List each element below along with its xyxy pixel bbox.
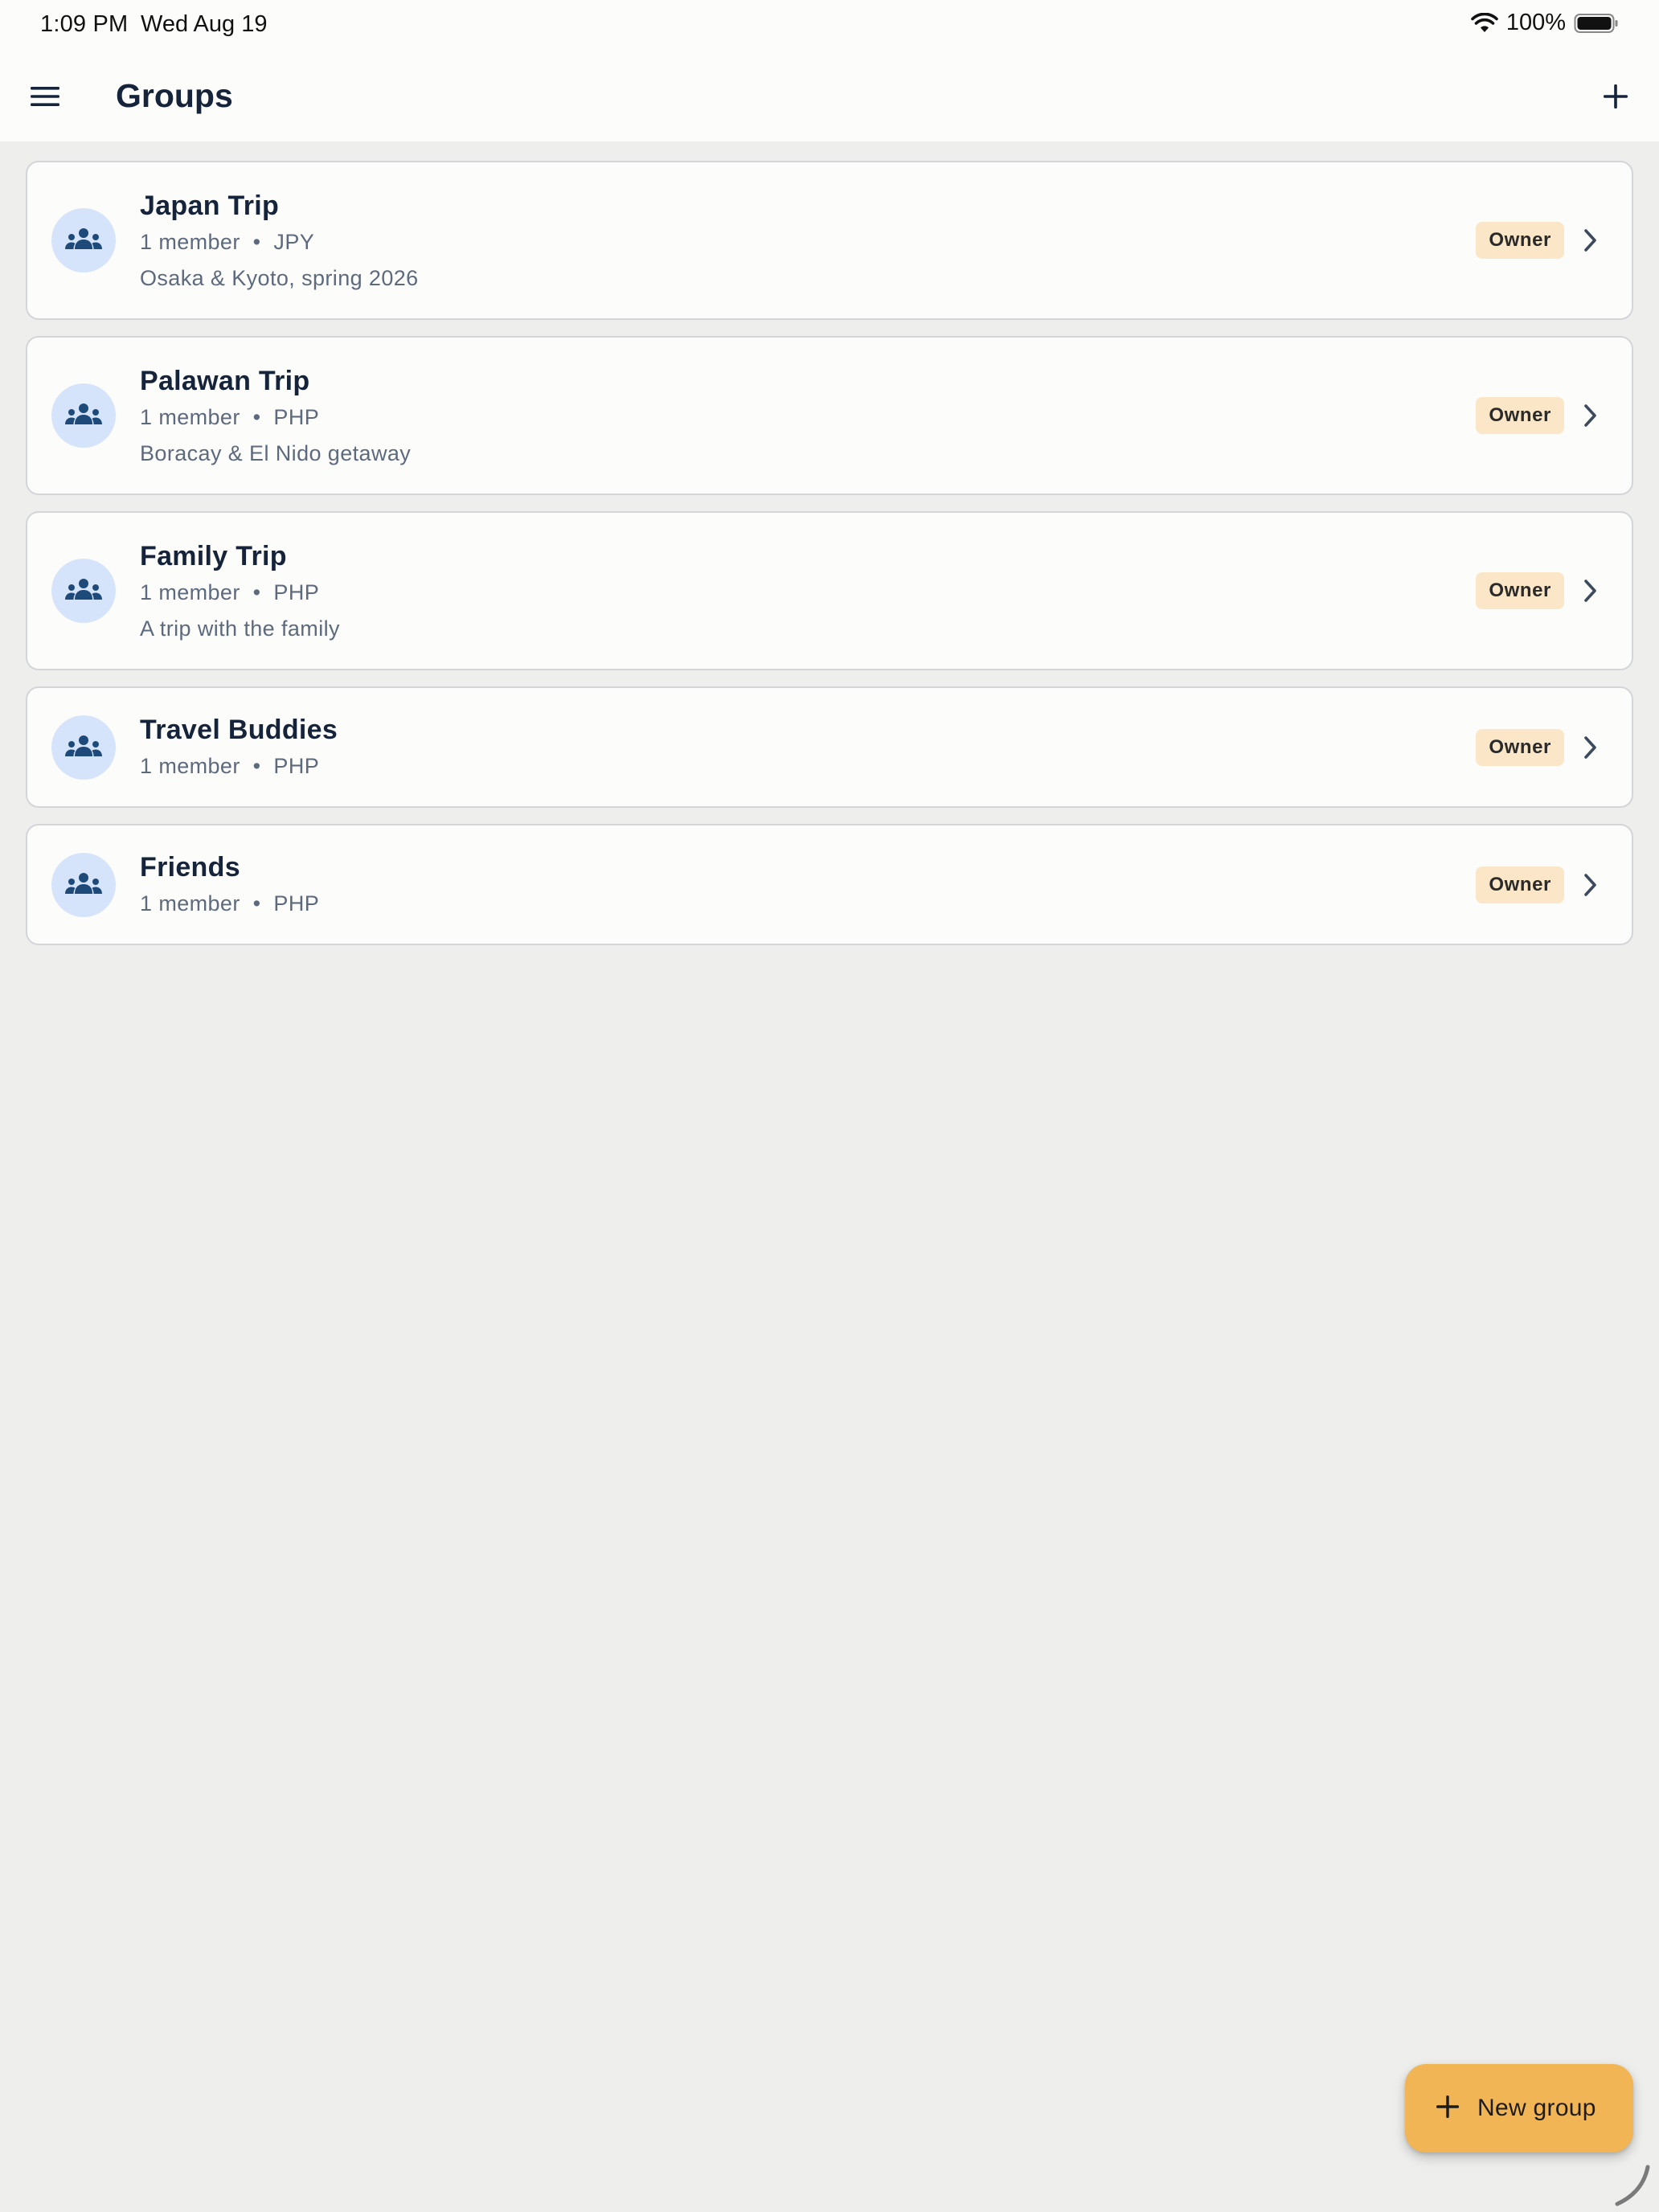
resize-handle[interactable] <box>1612 2164 1653 2207</box>
role-badge: Owner <box>1476 397 1564 434</box>
meta-separator: • <box>252 891 261 916</box>
meta-separator: • <box>252 580 261 604</box>
status-indicators: 100% <box>1471 10 1619 36</box>
group-card-palawan-trip[interactable]: Palawan Trip 1 member • PHP Boracay & El… <box>26 336 1633 495</box>
role-badge: Owner <box>1476 866 1564 903</box>
group-people-icon <box>64 227 103 255</box>
battery-icon <box>1574 13 1619 34</box>
group-description: A trip with the family <box>140 616 340 641</box>
battery-percentage: 100% <box>1505 10 1566 35</box>
group-description: Osaka & Kyoto, spring 2026 <box>140 266 419 290</box>
group-card-japan-trip[interactable]: Japan Trip 1 member • JPY Osaka & Kyoto,… <box>26 161 1633 320</box>
group-card-travel-buddies[interactable]: Travel Buddies 1 member • PHP Owner <box>26 686 1633 808</box>
group-meta: 1 member • JPY <box>140 223 419 260</box>
group-card-text: Friends 1 member • PHP <box>140 850 319 922</box>
group-member-count: 1 member <box>140 754 240 778</box>
group-avatar <box>51 208 116 272</box>
group-people-icon <box>64 577 103 605</box>
chevron-right-icon <box>1579 869 1603 901</box>
group-card-family-trip[interactable]: Family Trip 1 member • PHP A trip with t… <box>26 511 1633 670</box>
meta-separator: • <box>252 405 261 429</box>
group-name: Japan Trip <box>140 190 280 221</box>
group-meta: 1 member • PHP <box>140 748 338 784</box>
group-avatar <box>51 383 116 448</box>
chevron-right-icon <box>1579 224 1603 256</box>
group-meta: 1 member • PHP <box>140 399 411 436</box>
group-card-text: Family Trip 1 member • PHP A trip with t… <box>140 539 340 646</box>
group-list: Japan Trip 1 member • JPY Osaka & Kyoto,… <box>26 161 1633 961</box>
group-meta: 1 member • PHP <box>140 574 340 611</box>
page-title: Groups <box>116 77 233 114</box>
meta-separator: • <box>252 230 261 254</box>
new-group-label: New group <box>1477 2095 1596 2121</box>
status-date: Wed Aug 19 <box>141 11 268 37</box>
group-name: Family Trip <box>140 541 287 571</box>
group-description: Boracay & El Nido getaway <box>140 441 412 465</box>
app-bar: Groups <box>0 51 1659 141</box>
group-currency: PHP <box>273 580 320 604</box>
group-member-count: 1 member <box>140 891 240 916</box>
group-currency: PHP <box>273 891 320 916</box>
chevron-right-icon <box>1579 575 1603 607</box>
role-badge: Owner <box>1476 729 1564 766</box>
plus-icon <box>1434 2093 1461 2124</box>
group-card-friends[interactable]: Friends 1 member • PHP Owner <box>26 824 1633 945</box>
status-time: 1:09 PM <box>40 11 129 37</box>
group-member-count: 1 member <box>140 230 240 254</box>
group-name: Travel Buddies <box>140 715 338 745</box>
chevron-right-icon <box>1579 399 1603 432</box>
role-badge: Owner <box>1476 222 1564 259</box>
chevron-right-icon <box>1579 731 1603 764</box>
meta-separator: • <box>252 754 261 778</box>
add-group-plus-icon[interactable] <box>1593 74 1638 119</box>
role-badge: Owner <box>1476 572 1564 609</box>
group-people-icon <box>64 402 103 430</box>
group-member-count: 1 member <box>140 580 240 604</box>
group-card-text: Travel Buddies 1 member • PHP <box>140 712 338 784</box>
group-avatar <box>51 853 116 917</box>
group-avatar <box>51 559 116 623</box>
group-card-text: Japan Trip 1 member • JPY Osaka & Kyoto,… <box>140 188 419 296</box>
group-member-count: 1 member <box>140 405 240 429</box>
hamburger-menu-icon[interactable] <box>24 77 66 116</box>
group-people-icon <box>64 734 103 762</box>
group-name: Palawan Trip <box>140 366 310 396</box>
group-currency: PHP <box>273 754 320 778</box>
group-meta: 1 member • PHP <box>140 885 319 922</box>
group-avatar <box>51 715 116 780</box>
group-name: Friends <box>140 852 240 883</box>
group-card-text: Palawan Trip 1 member • PHP Boracay & El… <box>140 363 411 471</box>
group-currency: JPY <box>273 230 315 254</box>
new-group-button[interactable]: New group <box>1405 2064 1633 2153</box>
wifi-icon <box>1471 12 1498 34</box>
status-bar: 1:09 PM Wed Aug 19 100% <box>0 0 1659 51</box>
group-people-icon <box>64 871 103 899</box>
group-currency: PHP <box>273 405 320 429</box>
